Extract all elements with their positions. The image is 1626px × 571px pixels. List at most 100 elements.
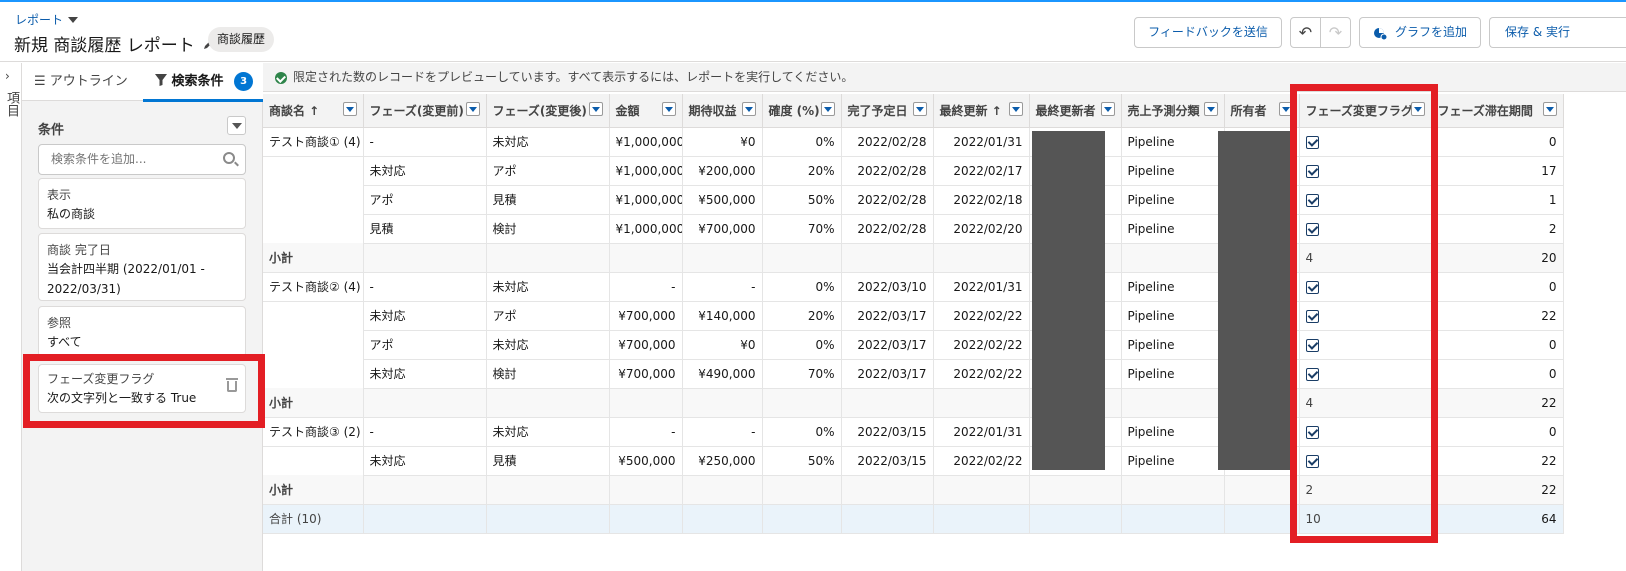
filters-menu-dropdown[interactable] <box>227 116 246 135</box>
table-cell: ¥700,000 <box>609 301 683 331</box>
total-label: 合計 (10) <box>263 503 364 534</box>
trash-icon[interactable] <box>226 378 238 392</box>
table-cell: 0 <box>1431 359 1564 389</box>
table-cell: ¥140,000 <box>682 301 763 331</box>
column-header[interactable]: 最終更新者 <box>1029 94 1122 128</box>
undo-icon[interactable]: ↶ <box>1291 18 1320 47</box>
table-cell: 未対応 <box>363 156 487 186</box>
column-header[interactable]: 期待収益 <box>682 94 763 128</box>
table-cell: 2022/03/10 <box>841 271 934 302</box>
column-menu-dropdown[interactable] <box>588 102 603 116</box>
column-menu-dropdown[interactable] <box>465 102 480 116</box>
column-menu-dropdown[interactable] <box>1008 102 1023 116</box>
tab-outline[interactable]: ☰ アウトライン <box>34 63 128 101</box>
table-cell: 70% <box>762 214 842 244</box>
table-cell: アポ <box>486 156 610 186</box>
checkbox-checked-icon <box>1305 309 1319 323</box>
table-row: 未対応 検討 ¥700,000 ¥490,000 70% 2022/03/17 2022/0… <box>263 359 1564 389</box>
column-header[interactable]: 所有者 <box>1224 94 1300 128</box>
column-header[interactable]: フェーズ変更フラグ <box>1299 94 1432 128</box>
breadcrumb-reports-link[interactable]: レポート <box>15 11 63 28</box>
table-cell: アポ <box>486 301 610 331</box>
add-filter-search-input[interactable]: 検索条件を追加... <box>38 144 246 175</box>
save-and-run-button[interactable]: 保存 & 実行 <box>1489 17 1626 48</box>
table-cell: 2022/02/28 <box>841 185 934 215</box>
chart-add-icon <box>1373 27 1387 40</box>
column-header[interactable]: 最終更新 ↑ <box>933 94 1030 128</box>
column-header[interactable]: 確度 (%) <box>762 94 842 128</box>
checkbox-checked-icon <box>1305 135 1319 149</box>
column-header[interactable]: フェーズ滞在期間 <box>1431 94 1564 128</box>
table-cell <box>762 388 842 418</box>
chevron-down-icon[interactable] <box>68 16 79 23</box>
modified-by-cell <box>1029 156 1122 186</box>
table-cell <box>363 503 487 534</box>
table-cell: 20% <box>762 301 842 331</box>
table-cell: 2022/02/22 <box>933 301 1030 331</box>
filter-card-phase-change-flag[interactable]: フェーズ変更フラグ 次の文字列と一致する True <box>38 364 246 413</box>
table-cell: 2022/03/17 <box>841 330 934 360</box>
table-cell <box>682 388 763 418</box>
table-row: テスト商談① (4) - 未対応 ¥1,000,000 ¥0 0% 2022/02/28 20… <box>263 126 1564 157</box>
expand-chevron-icon[interactable]: › <box>5 69 10 83</box>
filter-card-show[interactable]: 表示 私の商談 <box>38 178 246 229</box>
fields-rail[interactable]: › 項目 <box>0 63 22 571</box>
table-cell: 未対応 <box>486 416 610 447</box>
table-body: テスト商談① (4) - 未対応 ¥1,000,000 ¥0 0% 2022/02/28 20… <box>263 126 1564 534</box>
column-menu-dropdown[interactable] <box>820 102 835 116</box>
table-cell: 22 <box>1431 301 1564 331</box>
column-header[interactable]: フェーズ(変更前) <box>363 94 487 128</box>
table-cell <box>1121 475 1225 505</box>
table-cell: 見積 <box>363 214 487 244</box>
subtotal-duration: 22 <box>1431 475 1564 505</box>
flag-cell <box>1299 271 1432 302</box>
column-header[interactable]: フェーズ(変更後) <box>486 94 610 128</box>
column-menu-dropdown[interactable] <box>1203 102 1218 116</box>
filter-card-close-date[interactable]: 商談 完了日 当会計四半期 (2022/01/01 - 2022/03/31) <box>38 233 246 301</box>
report-title: 新規 商談履歴 レポート <box>14 36 195 56</box>
modified-by-cell <box>1029 271 1122 302</box>
column-header[interactable]: 完了予定日 <box>841 94 934 128</box>
table-cell <box>841 243 934 273</box>
checkbox-checked-icon <box>1305 425 1319 439</box>
column-header-label: 商談名 ↑ <box>269 103 320 118</box>
table-cell <box>1224 243 1300 273</box>
subtotal-label: 小計 <box>263 475 364 505</box>
filter-key: 商談 完了日 <box>47 243 111 257</box>
breadcrumb[interactable]: レポート <box>15 11 79 28</box>
filter-key: 表示 <box>47 188 72 202</box>
table-cell: 2022/02/28 <box>841 156 934 186</box>
column-menu-dropdown[interactable] <box>912 102 927 116</box>
table-cell: 2022/01/31 <box>933 271 1030 302</box>
table-cell: 0 <box>1431 126 1564 157</box>
column-header[interactable]: 売上予測分類 <box>1121 94 1225 128</box>
table-cell: 2022/02/17 <box>933 156 1030 186</box>
checkbox-checked-icon <box>1305 193 1319 207</box>
column-header[interactable]: 金額 <box>609 94 683 128</box>
redo-icon[interactable]: ↷ <box>1320 18 1350 47</box>
add-chart-button[interactable]: グラフを追加 <box>1359 17 1481 48</box>
column-menu-dropdown[interactable] <box>1278 102 1293 116</box>
search-placeholder: 検索条件を追加... <box>51 152 147 166</box>
table-cell: 50% <box>762 446 842 476</box>
owner-cell <box>1224 214 1300 244</box>
tab-filters[interactable]: 検索条件 3 <box>142 63 272 102</box>
table-cell: Pipeline <box>1121 271 1225 302</box>
column-menu-dropdown[interactable] <box>661 102 676 116</box>
column-menu-dropdown[interactable] <box>1542 102 1557 116</box>
fields-rail-label: 項目 <box>4 91 19 117</box>
modified-by-cell <box>1029 446 1122 476</box>
column-header[interactable]: 商談名 ↑ <box>263 94 364 128</box>
subtotal-row: 小計 4 22 <box>263 388 1564 418</box>
filter-card-scope[interactable]: 参照 すべて <box>38 306 246 357</box>
column-menu-dropdown[interactable] <box>342 102 357 116</box>
column-header-label: 最終更新 ↑ <box>939 103 1002 118</box>
column-menu-dropdown[interactable] <box>1100 102 1115 116</box>
column-menu-dropdown[interactable] <box>1410 102 1425 116</box>
checkbox-checked-icon <box>1305 222 1319 236</box>
column-header-label: 確度 (%) <box>768 103 820 118</box>
send-feedback-button[interactable]: フィードバックを送信 <box>1134 17 1282 48</box>
group-name-cell <box>263 156 364 185</box>
column-menu-dropdown[interactable] <box>741 102 756 116</box>
table-cell: 未対応 <box>363 301 487 331</box>
